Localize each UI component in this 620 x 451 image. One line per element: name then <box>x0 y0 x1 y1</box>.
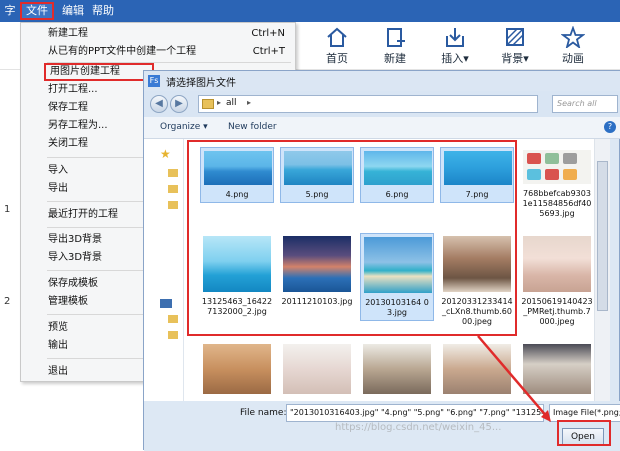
file-item-768bbefcab[interactable]: 768bbefcab93031e11584856df405693.jpg <box>520 147 594 221</box>
app-icon: 字 <box>4 4 16 17</box>
folder-icon[interactable] <box>168 169 178 177</box>
insert-icon <box>446 28 464 47</box>
new-button[interactable]: 新建 <box>372 26 418 68</box>
search-input[interactable]: Search all <box>552 95 618 113</box>
animation-label: 动画 <box>562 52 584 65</box>
app-menu-bar: 字 文件 编辑 帮助 <box>0 0 620 22</box>
menu-item-label: 新建工程 <box>48 28 88 39</box>
image-thumbnail <box>523 236 591 292</box>
file-item-photo[interactable] <box>520 341 594 397</box>
dialog-toolbar: Organize ▾ New folder ? <box>144 117 620 139</box>
menu-item-label: 输出 <box>48 340 68 351</box>
menu-item-label: 另存工程为... <box>48 120 108 131</box>
menu-item-label: 导入3D背景 <box>48 252 103 263</box>
home-icon <box>327 27 347 47</box>
file-item-photo[interactable] <box>360 341 434 397</box>
menu-file[interactable]: 文件 <box>20 2 54 20</box>
drive-icon[interactable] <box>168 315 178 323</box>
folder-icon[interactable] <box>168 185 178 193</box>
shortcut-label: Ctrl+T <box>252 46 285 57</box>
background-button[interactable]: 背景▾ <box>492 26 538 68</box>
image-thumbnail <box>523 150 591 184</box>
file-name-label: File name: <box>240 408 287 418</box>
file-item-photo[interactable] <box>280 341 354 397</box>
folder-icon[interactable] <box>168 201 178 209</box>
menu-item-create-from-ppt[interactable]: 从已有的PPT文件中创建一个工程 Ctrl+T <box>21 43 295 61</box>
menu-item-label: 关闭工程 <box>48 138 88 149</box>
menu-item-label: 最近打开的工程 <box>48 209 118 220</box>
selection-highlight-box <box>187 140 517 336</box>
organize-button[interactable]: Organize ▾ <box>160 122 208 132</box>
menu-item-label: 预览 <box>48 322 68 333</box>
vertical-scrollbar[interactable] <box>594 139 610 401</box>
file-name-input[interactable]: "2013010316403.jpg" "4.png" "5.png" "6.p… <box>286 404 544 422</box>
file-item-photo[interactable] <box>200 341 274 397</box>
new-label: 新建 <box>384 52 406 65</box>
file-name-label: 768bbefcab93031e11584856df405693.jpg <box>522 189 592 218</box>
home-button[interactable]: 首页 <box>314 26 360 68</box>
menu-item-label: 管理模板 <box>48 296 88 307</box>
animation-button[interactable]: 动画 <box>550 26 596 68</box>
path-segment[interactable]: all <box>226 98 237 108</box>
shortcut-label: Ctrl+N <box>251 28 285 39</box>
watermark-text: https://blog.csdn.net/weixin_45... <box>335 422 502 433</box>
menu-item-label: 退出 <box>48 366 68 377</box>
slide-list-strip: 1 2 <box>0 70 20 450</box>
help-icon[interactable]: ? <box>604 121 616 133</box>
back-arrow-icon[interactable]: ◀ <box>150 95 168 113</box>
file-item-photo[interactable] <box>440 341 514 397</box>
insert-label: 插入▾ <box>441 52 469 65</box>
chevron-right-icon[interactable]: ▸ <box>217 98 221 107</box>
navigation-pane: ★ <box>144 139 184 401</box>
file-item-20150619140423[interactable]: 20150619140423_PMRetj.thumb.7000.jpeg <box>520 233 594 329</box>
menu-item-label: 导入 <box>48 165 68 176</box>
image-thumbnail <box>523 344 591 394</box>
dialog-title: 请选择图片文件 <box>166 78 236 89</box>
image-thumbnail <box>443 344 511 394</box>
open-button-highlight-box <box>557 420 611 446</box>
app-logo-icon: Fs <box>148 75 160 87</box>
new-folder-button[interactable]: New folder <box>228 122 277 132</box>
image-thumbnail <box>283 344 351 394</box>
menu-item-label: 导出 <box>48 183 68 194</box>
dialog-title-bar: Fs 请选择图片文件 <box>144 71 620 91</box>
computer-icon[interactable] <box>160 299 172 308</box>
menu-item-new-project[interactable]: 新建工程 Ctrl+N <box>21 25 295 43</box>
menu-item-label: 从已有的PPT文件中创建一个工程 <box>48 46 197 57</box>
home-label: 首页 <box>326 52 348 65</box>
icon-set-thumbnail <box>527 153 577 180</box>
new-file-icon <box>387 28 405 47</box>
animation-star-icon <box>561 26 585 48</box>
menu-edit[interactable]: 编辑 <box>58 2 88 20</box>
chevron-right-icon[interactable]: ▸ <box>247 98 251 107</box>
menu-item-create-from-images[interactable]: 用图片创建工程 <box>44 63 154 81</box>
search-placeholder: Search all <box>557 99 597 108</box>
menu-item-label: 打开工程... <box>48 84 98 95</box>
insert-button[interactable]: 插入▾ <box>432 26 478 68</box>
menu-item-label: 用图片创建工程 <box>50 66 120 77</box>
drive-icon[interactable] <box>168 331 178 339</box>
forward-arrow-icon[interactable]: ▶ <box>170 95 188 113</box>
scrollbar-thumb[interactable] <box>597 161 608 311</box>
menu-item-label: 保存成模板 <box>48 278 98 289</box>
address-bar: ◀ ▶ ▸ all ▸ Search all <box>144 91 620 117</box>
path-breadcrumb[interactable]: ▸ all ▸ <box>198 95 538 113</box>
image-thumbnail <box>363 344 431 394</box>
folder-icon <box>202 99 214 109</box>
slide-number: 2 <box>4 296 11 307</box>
slide-number: 1 <box>4 204 11 215</box>
image-thumbnail <box>203 344 271 394</box>
background-label: 背景▾ <box>501 52 529 65</box>
background-icon <box>506 28 524 46</box>
file-name-label: 20150619140423_PMRetj.thumb.7000.jpeg <box>521 297 593 326</box>
menu-item-label: 导出3D背景 <box>48 234 103 245</box>
menu-item-label: 保存工程 <box>48 102 88 113</box>
favorites-star-icon[interactable]: ★ <box>160 147 171 161</box>
menu-help[interactable]: 帮助 <box>88 2 118 20</box>
